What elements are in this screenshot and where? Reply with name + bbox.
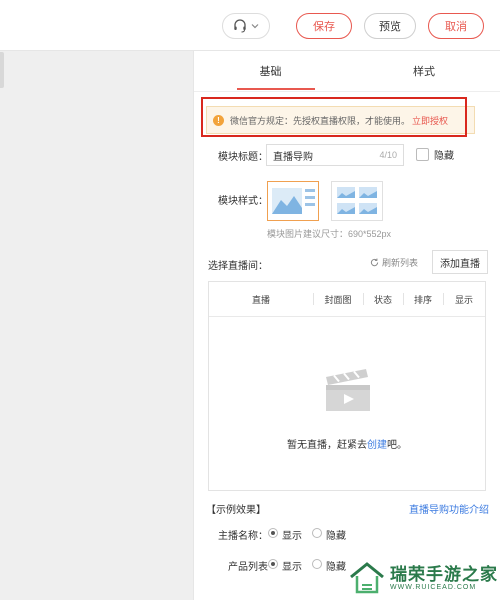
product-list-label: 产品列表 <box>228 562 268 573</box>
feature-intro-link[interactable]: 直播导购功能介绍 <box>409 501 489 516</box>
anchor-name-hide-radio[interactable] <box>312 528 322 538</box>
select-live-room-label: 选择直播间： <box>208 261 268 272</box>
tab-style[interactable]: 样式 <box>347 51 500 91</box>
refresh-list-button[interactable]: 刷新列表 <box>370 256 418 269</box>
char-counter: 4/10 <box>379 150 397 160</box>
headset-icon <box>234 19 246 33</box>
refresh-icon <box>370 258 379 267</box>
preview-button[interactable]: 预览 <box>364 13 416 39</box>
cancel-button[interactable]: 取消 <box>428 13 484 39</box>
refresh-list-label: 刷新列表 <box>382 258 419 268</box>
canvas-scroll-handle[interactable] <box>0 52 4 88</box>
style-option-large-image[interactable] <box>267 181 319 221</box>
anchor-name-show-label: 显示 <box>282 531 302 542</box>
module-title-label: 模块标题： <box>218 152 268 163</box>
tab-bar: 基础 样式 <box>194 51 500 92</box>
hide-module-checkbox[interactable] <box>416 148 429 161</box>
example-heading: 【示例效果】 <box>206 505 266 516</box>
settings-panel: 基础 样式 ! 微信官方规定：先授权直播权限，才能使用。 立即授权 模块标题： … <box>193 51 500 600</box>
product-list-hide-radio[interactable] <box>312 559 322 569</box>
empty-state-text: 暂无直播，赶紧去 <box>287 440 367 451</box>
column-header: 显示 <box>454 294 473 305</box>
column-header: 封面图 <box>324 294 352 305</box>
column-header: 状态 <box>373 294 392 305</box>
module-style-label: 模块样式： <box>218 196 268 207</box>
add-live-button[interactable]: 添加直播 <box>432 250 488 274</box>
column-header: 排序 <box>413 294 432 305</box>
anchor-name-label: 主播名称： <box>218 531 268 542</box>
anchor-name-hide-label: 隐藏 <box>326 531 346 542</box>
active-tab-indicator <box>237 88 315 90</box>
watermark-text: 瑞荣手游之家 WWW.RUICEAD.COM <box>390 564 498 591</box>
style-size-hint: 模块图片建议尺寸：690*552px <box>267 229 392 239</box>
product-list-hide-label: 隐藏 <box>326 562 346 573</box>
product-list-show-radio[interactable] <box>268 559 278 569</box>
module-title-input[interactable]: 直播导购 4/10 <box>266 144 404 166</box>
anchor-name-show-radio[interactable] <box>268 528 278 538</box>
table-header: 直播 封面图 状态 排序 显示 <box>209 282 485 317</box>
empty-video-icon <box>326 369 370 411</box>
empty-state-suffix: 吧。 <box>387 440 407 451</box>
column-header: 直播 <box>251 294 270 305</box>
hide-module-label: 隐藏 <box>434 151 454 162</box>
module-title-value: 直播导购 <box>273 151 313 163</box>
empty-state-message: 暂无直播，赶紧去创建吧。 <box>209 436 485 451</box>
style-option-grid[interactable] <box>331 181 383 221</box>
chevron-down-icon <box>251 24 259 29</box>
watermark-title: 瑞荣手游之家 <box>390 564 498 584</box>
save-button[interactable]: 保存 <box>296 13 352 39</box>
watermark-url: WWW.RUICEAD.COM <box>390 583 477 591</box>
live-room-table: 直播 封面图 状态 排序 显示 暂无直播，赶紧去创建吧。 <box>208 281 486 491</box>
watermark-logo: 瑞荣手游之家 WWW.RUICEAD.COM <box>348 556 500 600</box>
landscape-thumbnail-icon <box>272 188 315 214</box>
house-logo-icon <box>350 562 384 594</box>
grid-thumbnail-icon <box>337 187 377 214</box>
tab-basic[interactable]: 基础 <box>194 51 347 91</box>
product-list-show-label: 显示 <box>282 562 302 573</box>
highlight-box <box>201 97 467 137</box>
top-toolbar: 保存 预览 取消 <box>0 0 500 51</box>
customer-service-button[interactable] <box>222 13 270 39</box>
create-live-link[interactable]: 创建 <box>367 440 387 451</box>
